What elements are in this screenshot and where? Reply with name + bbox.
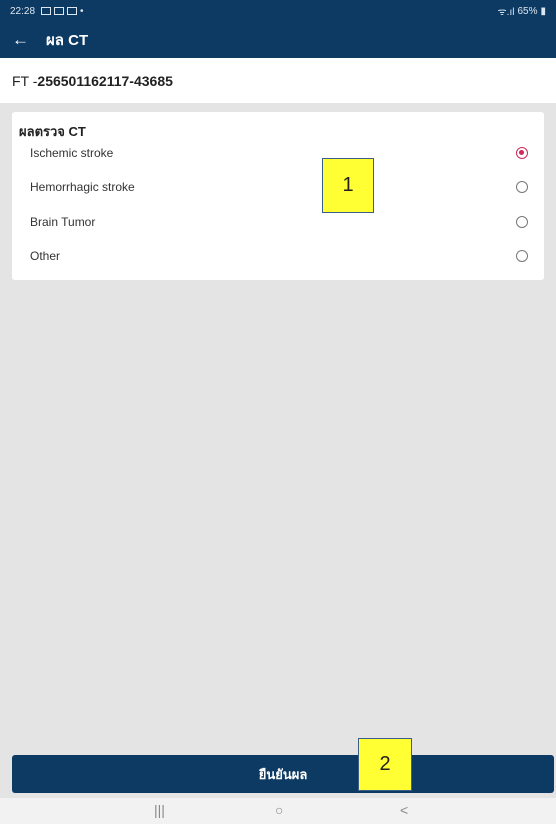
nav-back-icon[interactable]: <: [400, 802, 408, 818]
radio-unselected-icon[interactable]: [516, 216, 528, 228]
app-bar: ← ผล CT: [0, 22, 556, 58]
annotation-callout-2: 2: [358, 738, 412, 791]
battery-level: 65%: [517, 5, 538, 17]
record-id-prefix: FT -: [12, 72, 38, 89]
option-hemorrhagic-stroke[interactable]: Hemorrhagic stroke: [12, 170, 544, 204]
app-notification-icon-2: [67, 7, 78, 15]
system-nav-bar: ||| ○ <: [0, 798, 556, 824]
recents-icon[interactable]: |||: [154, 802, 165, 818]
record-id: 256501162117-43685: [37, 72, 173, 89]
status-right: ᯤ.ıl 65% ▮: [497, 4, 546, 19]
radio-selected-icon[interactable]: [516, 147, 528, 159]
gallery-notification-icon: [41, 7, 52, 15]
option-other[interactable]: Other: [12, 239, 544, 273]
option-ischemic-stroke[interactable]: Ischemic stroke: [12, 136, 544, 170]
confirm-result-button[interactable]: ยืนยันผล: [12, 755, 554, 793]
status-bar: 22:28 • ᯤ.ıl 65% ▮: [0, 0, 556, 22]
app-notification-icon: [54, 7, 65, 15]
record-id-row: FT - 256501162117-43685: [0, 58, 556, 104]
radio-unselected-icon[interactable]: [516, 181, 528, 193]
annotation-callout-1: 1: [322, 158, 374, 213]
back-arrow-icon[interactable]: ←: [12, 30, 38, 50]
radio-unselected-icon[interactable]: [516, 250, 528, 262]
option-label: Brain Tumor: [30, 215, 96, 229]
option-label: Other: [30, 249, 61, 263]
option-label: Hemorrhagic stroke: [30, 180, 135, 194]
signal-icon: ᯤ.ıl: [497, 7, 515, 18]
option-brain-tumor[interactable]: Brain Tumor: [12, 205, 544, 239]
battery-icon: ▮: [540, 5, 546, 17]
page-title: ผล CT: [46, 32, 89, 49]
more-notifications-icon: •: [80, 5, 84, 17]
option-label: Ischemic stroke: [30, 146, 114, 160]
status-time: 22:28: [10, 5, 36, 17]
home-icon[interactable]: ○: [275, 802, 283, 818]
ct-result-card: ผลตรวจ CT Ischemic stroke Hemorrhagic st…: [12, 112, 544, 280]
